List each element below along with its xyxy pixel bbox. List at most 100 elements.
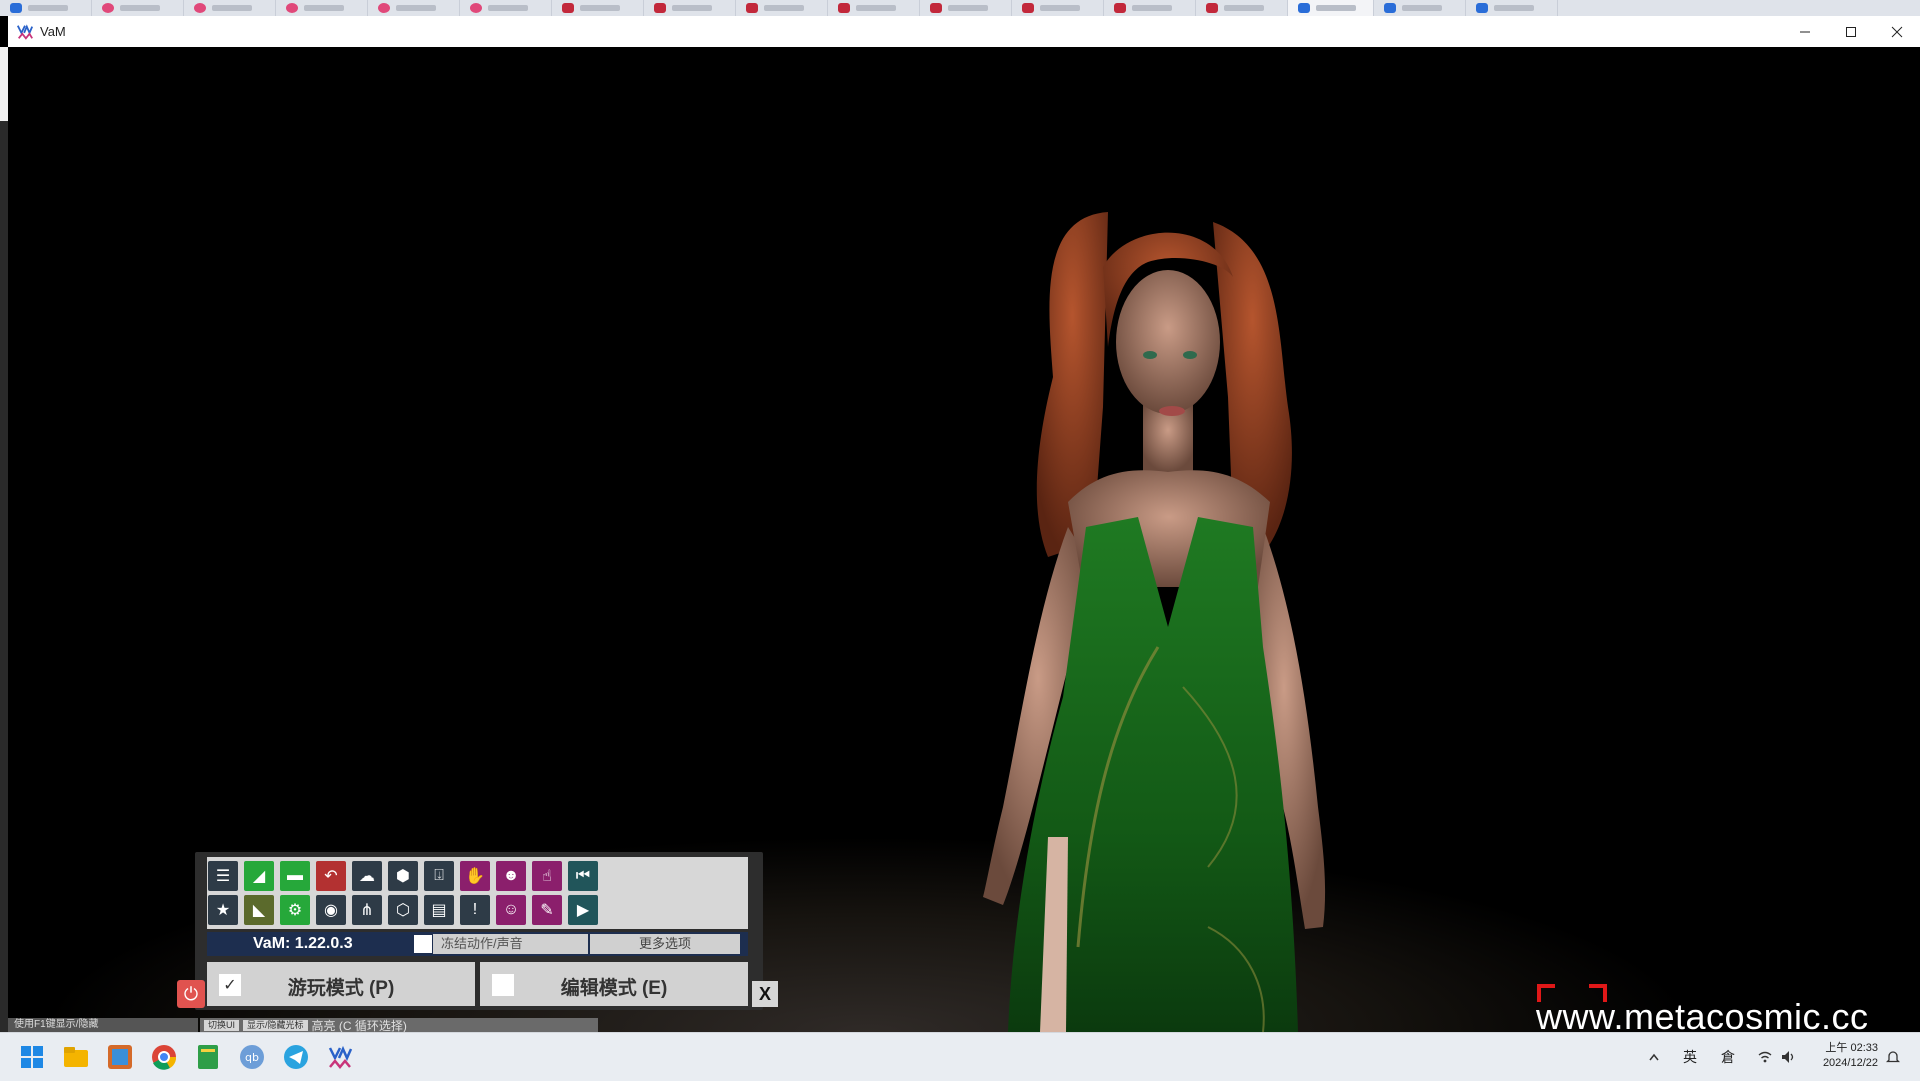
maximize-button[interactable] xyxy=(1828,16,1874,47)
window-titlebar: VaM xyxy=(8,16,1920,48)
telegram-icon[interactable] xyxy=(280,1041,312,1073)
folder-icon[interactable]: ▬ xyxy=(280,861,310,891)
ime-mode-indicator[interactable]: 倉 xyxy=(1721,1033,1735,1081)
show-cursor-button[interactable]: 显示/隐藏光标 xyxy=(243,1019,308,1031)
wrench-hand-icon[interactable]: ✎ xyxy=(532,895,562,925)
tab-favicon-icon xyxy=(930,3,942,13)
file-explorer-icon[interactable] xyxy=(60,1041,92,1073)
bottom-ui-strip: 切换UI 显示/隐藏光标 高亮 (C 循环选择) xyxy=(200,1018,598,1033)
skip-back-icon[interactable]: ⏮ xyxy=(568,861,598,891)
version-bar: VaM: 1.22.0.3 冻结动作/声音 更多选项 xyxy=(207,932,748,956)
browser-tab[interactable] xyxy=(368,0,460,16)
cloud-icon[interactable]: ☁ xyxy=(352,861,382,891)
notepad-icon[interactable] xyxy=(192,1041,224,1073)
open-scene-icon[interactable]: ◢ xyxy=(244,861,274,891)
tab-favicon-icon xyxy=(286,3,298,13)
ime-language-indicator[interactable]: 英 xyxy=(1683,1033,1697,1081)
browser-tab[interactable] xyxy=(460,0,552,16)
play-icon[interactable]: ▶ xyxy=(568,895,598,925)
star-icon[interactable]: ★ xyxy=(208,895,238,925)
toolbar-icon-grid: ☰ ◢ ▬ ↶ ☁ ⬢ ⍗ ✋ ☻ ☝ ⏮ ★ ◣ ⚙ ◉ ⋔ ⬡ ▤ ! ☺ … xyxy=(207,857,748,929)
document-icon[interactable]: ▤ xyxy=(424,895,454,925)
clock-date: 2024/12/22 xyxy=(1822,1057,1878,1069)
person-edit-icon[interactable]: ☺ xyxy=(496,895,526,925)
browser-tab[interactable] xyxy=(1104,0,1196,16)
inbox-icon[interactable]: ⍗ xyxy=(424,861,454,891)
windows-start-icon[interactable] xyxy=(16,1041,48,1073)
browser-tab-strip xyxy=(0,0,1920,16)
alert-icon[interactable]: ! xyxy=(460,895,490,925)
tab-favicon-icon xyxy=(1476,3,1488,13)
tab-favicon-icon xyxy=(470,3,482,13)
tray-overflow-icon[interactable] xyxy=(1648,1033,1660,1081)
svg-text:qb: qb xyxy=(245,1051,259,1064)
browser-tab[interactable] xyxy=(1374,0,1466,16)
close-panel-button[interactable]: X xyxy=(752,981,778,1007)
browser-tab[interactable] xyxy=(736,0,828,16)
pointer-hand-icon[interactable]: ☝ xyxy=(532,861,562,891)
chrome-icon[interactable] xyxy=(148,1041,180,1073)
tab-favicon-icon xyxy=(1384,3,1396,13)
more-options-button[interactable]: 更多选项 xyxy=(590,934,740,954)
toggle-ui-button[interactable]: 切换UI xyxy=(204,1019,240,1031)
browser-tab[interactable] xyxy=(92,0,184,16)
notification-icon[interactable] xyxy=(1886,1033,1900,1081)
tab-favicon-icon xyxy=(654,3,666,13)
tab-favicon-icon xyxy=(746,3,758,13)
undo-scene-icon[interactable]: ↶ xyxy=(316,861,346,891)
close-button[interactable] xyxy=(1874,16,1920,47)
vam-toolbar-panel: ☰ ◢ ▬ ↶ ☁ ⬢ ⍗ ✋ ☻ ☝ ⏮ ★ ◣ ⚙ ◉ ⋔ ⬡ ▤ ! ☺ … xyxy=(195,852,763,1010)
package-icon[interactable]: ⬢ xyxy=(388,861,418,891)
browser-tab[interactable] xyxy=(1196,0,1288,16)
tab-favicon-icon xyxy=(194,3,206,13)
browser-tab[interactable] xyxy=(1466,0,1558,16)
person-select-icon[interactable]: ☻ xyxy=(496,861,526,891)
vam-logo-icon xyxy=(16,23,34,40)
browser-tab[interactable] xyxy=(184,0,276,16)
browser-tab[interactable] xyxy=(920,0,1012,16)
edit-mode-button[interactable]: 编辑模式 (E) xyxy=(480,962,748,1006)
network-icon[interactable]: ⋔ xyxy=(352,895,382,925)
photos-icon[interactable] xyxy=(104,1041,136,1073)
system-clock[interactable]: 上午 02:33 2024/12/22 xyxy=(1823,1041,1878,1071)
toolbar-row-1: ☰ ◢ ▬ ↶ ☁ ⬢ ⍗ ✋ ☻ ☝ ⏮ xyxy=(208,861,598,891)
browser-tab[interactable] xyxy=(552,0,644,16)
package-stack-icon[interactable]: ⬡ xyxy=(388,895,418,925)
vam-icon[interactable] xyxy=(324,1041,356,1073)
highlight-label: 高亮 (C 循环选择) xyxy=(311,1018,407,1033)
hand-icon[interactable]: ✋ xyxy=(460,861,490,891)
tab-favicon-icon xyxy=(10,3,22,13)
taskbar: qb 英 倉 上午 02:33 2024/12/22 xyxy=(0,1032,1920,1081)
play-mode-label: 游玩模式 (P) xyxy=(287,978,395,999)
tab-favicon-icon xyxy=(378,3,390,13)
browser-tab[interactable] xyxy=(276,0,368,16)
browser-tab-active[interactable] xyxy=(1288,0,1374,16)
menu-icon[interactable]: ☰ xyxy=(208,861,238,891)
freeze-checkbox[interactable] xyxy=(414,935,432,953)
qbittorrent-icon[interactable]: qb xyxy=(236,1041,268,1073)
save-scene-icon[interactable]: ◣ xyxy=(244,895,274,925)
browser-tab[interactable] xyxy=(0,0,92,16)
power-button[interactable]: ⏻ xyxy=(177,980,205,1008)
edit-mode-label: 编辑模式 (E) xyxy=(560,978,668,999)
close-icon xyxy=(1891,26,1903,37)
maximize-icon xyxy=(1846,26,1856,37)
browser-tab[interactable] xyxy=(828,0,920,16)
freeze-motion-sound-toggle[interactable]: 冻结动作/声音 xyxy=(433,934,588,954)
browser-tab[interactable] xyxy=(644,0,736,16)
window-title: VaM xyxy=(40,24,66,39)
wifi-icon[interactable] xyxy=(1758,1033,1772,1081)
minimize-button[interactable] xyxy=(1782,16,1828,47)
camera-icon[interactable]: ◉ xyxy=(316,895,346,925)
tab-favicon-icon xyxy=(102,3,114,13)
folder-settings-icon[interactable]: ⚙ xyxy=(280,895,310,925)
volume-icon[interactable] xyxy=(1781,1033,1797,1081)
tab-favicon-icon xyxy=(1206,3,1218,13)
hint-text: 使用F1键显示/隐藏 xyxy=(8,1018,198,1032)
browser-tab[interactable] xyxy=(1012,0,1104,16)
clock-time: 上午 02:33 xyxy=(1825,1042,1878,1054)
tab-favicon-icon xyxy=(1022,3,1034,13)
minimize-icon xyxy=(1800,31,1810,32)
toolbar-row-2: ★ ◣ ⚙ ◉ ⋔ ⬡ ▤ ! ☺ ✎ ▶ xyxy=(208,895,598,925)
play-mode-button[interactable]: ✓ 游玩模式 (P) xyxy=(207,962,475,1006)
